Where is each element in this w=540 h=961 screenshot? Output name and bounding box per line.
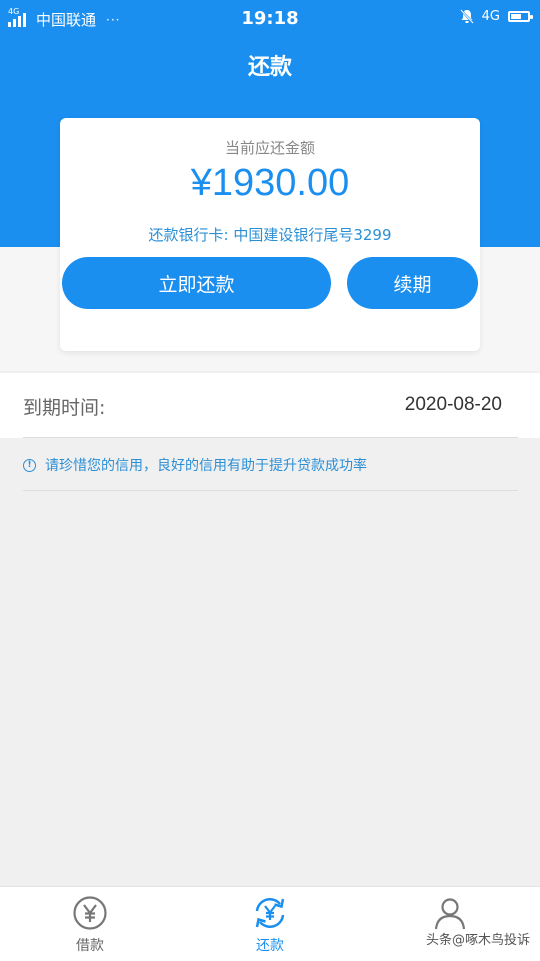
repayment-card: 当前应还金额 ¥1930.00 还款银行卡: 中国建设银行尾号3299	[60, 118, 480, 351]
nav-label-repay: 还款	[256, 938, 284, 954]
network-type: 4G	[481, 9, 500, 24]
watermark: 头条@啄木鸟投诉	[425, 933, 530, 948]
nav-item-borrow[interactable]: 借款	[30, 887, 150, 961]
battery-fill	[511, 14, 521, 19]
nav-item-profile[interactable]	[390, 887, 510, 961]
credit-notice: ! 请珍惜您的信用，良好的信用有助于提升贷款成功率	[23, 455, 367, 475]
yen-refresh-icon	[252, 895, 288, 931]
page-title: 还款	[247, 55, 292, 80]
status-right: 4G	[459, 9, 533, 24]
amount-due: ¥1930.00	[190, 162, 350, 204]
repay-now-button[interactable]: 立即还款	[62, 257, 331, 309]
divider	[23, 490, 518, 491]
battery-icon	[508, 11, 533, 22]
info-icon: !	[23, 458, 36, 472]
user-icon	[432, 895, 468, 931]
nav-item-repay[interactable]: 还款	[210, 887, 330, 961]
renew-button[interactable]: 续期	[347, 257, 478, 309]
bottom-nav: 借款 还款	[0, 886, 540, 961]
nav-label-borrow: 借款	[76, 938, 104, 954]
due-date-label: 到期时间:	[23, 397, 106, 419]
divider	[23, 437, 518, 438]
yen-coin-icon	[72, 895, 108, 931]
status-bar: 4G 中国联通 ··· 19:18 4G	[0, 0, 540, 38]
bank-card-info[interactable]: 还款银行卡: 中国建设银行尾号3299	[60, 224, 480, 245]
amount-label: 当前应还金额	[224, 139, 315, 157]
due-date-value: 2020-08-20	[404, 394, 502, 415]
due-date-row: 到期时间: 2020-08-20	[0, 373, 540, 438]
bell-mute-icon	[459, 9, 474, 24]
credit-notice-text: 请珍惜您的信用，良好的信用有助于提升贷款成功率	[45, 458, 367, 474]
